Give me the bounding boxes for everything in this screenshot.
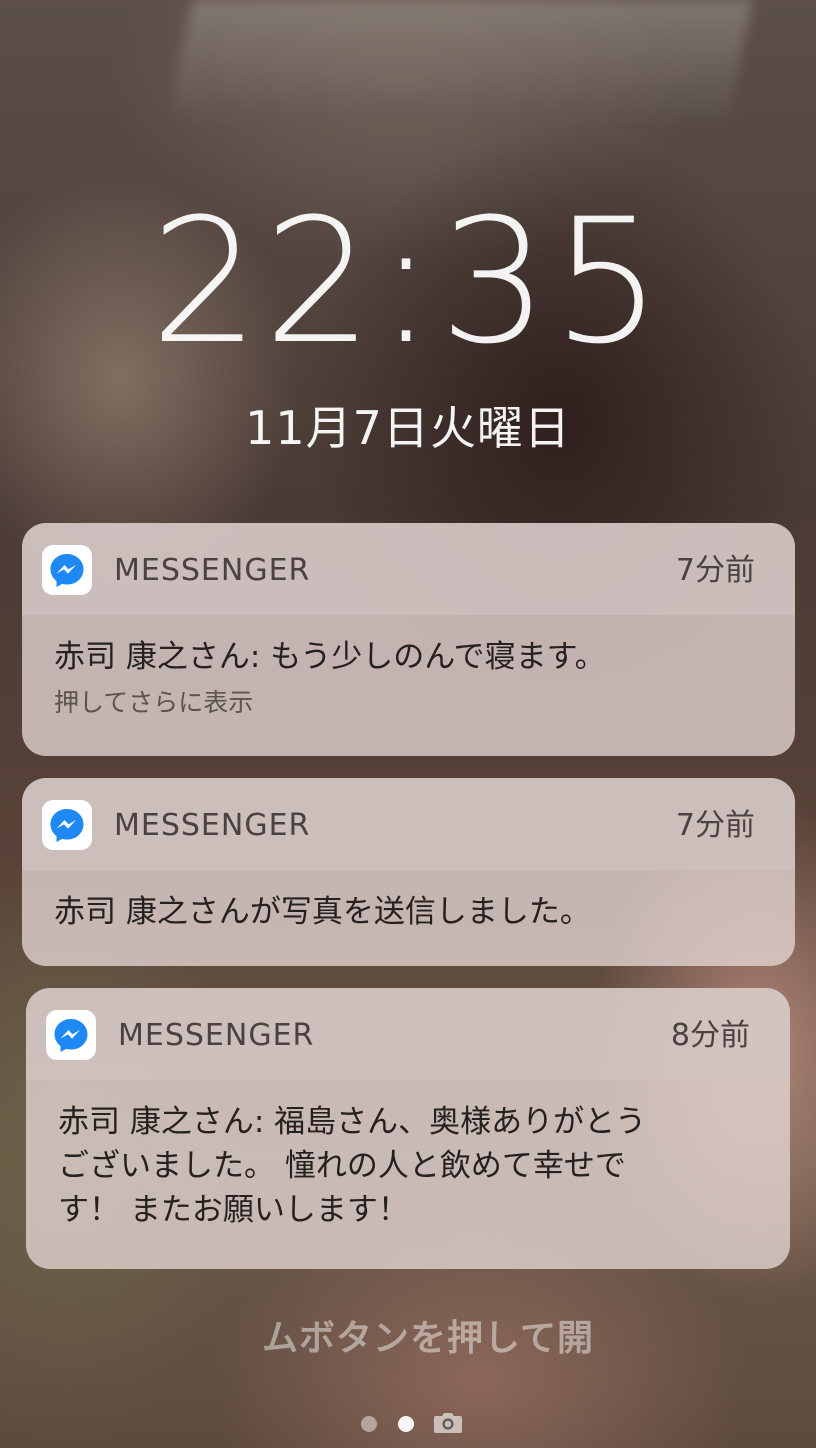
notification-body: 赤司 康之さん: 福島さん、奥様ありがとう ございました。 憧れの人と飲めて幸せ…	[26, 1080, 790, 1232]
messenger-icon	[46, 1010, 96, 1060]
notification-card[interactable]: MESSENGER 8分前 赤司 康之さん: 福島さん、奥様ありがとう ございま…	[26, 988, 790, 1269]
notification-message: 赤司 康之さん: もう少しのんで寝ます。	[54, 639, 606, 675]
notification-time: 7分前	[675, 553, 755, 588]
notification-card[interactable]: MESSENGER 7分前 赤司 康之さんが写真を送信しました。	[22, 778, 795, 966]
notification-header: MESSENGER 7分前	[22, 523, 795, 615]
lockscreen-date: 11月7日火曜日	[245, 401, 571, 455]
unlock-hint-text: ムボタンを押して開	[262, 1318, 594, 1359]
lockscreen-clock: 22:35	[150, 181, 666, 382]
notification-header: MESSENGER 8分前	[26, 988, 790, 1080]
page-dot[interactable]	[360, 1416, 377, 1432]
notification-app-name: MESSENGER	[114, 553, 311, 588]
notification-body: 赤司 康之さんが写真を送信しました。	[22, 870, 795, 934]
notification-more-hint: 押してさらに表示	[54, 688, 254, 717]
notification-app-name: MESSENGER	[114, 808, 311, 843]
notification-message: 赤司 康之さんが写真を送信しました。	[54, 894, 591, 930]
notification-header: MESSENGER 7分前	[22, 778, 795, 870]
notification-message-line: す！ またお願いします！	[58, 1192, 409, 1228]
notification-message-line: 赤司 康之さん: 福島さん、奥様ありがとう	[58, 1104, 647, 1140]
page-dot-current	[398, 1416, 414, 1432]
camera-icon[interactable]	[433, 1410, 463, 1438]
messenger-icon	[42, 545, 92, 595]
notification-card[interactable]: MESSENGER 7分前 赤司 康之さん: もう少しのんで寝ます。 押してさら…	[22, 523, 795, 756]
notification-time: 7分前	[675, 808, 755, 843]
messenger-icon	[42, 800, 92, 850]
wallpaper-roof-shape	[167, 0, 753, 120]
notification-message-line: ございました。 憧れの人と飲めて幸せで	[58, 1148, 626, 1184]
unlock-hint: ムボタンを押して開	[0, 1314, 816, 1364]
notification-body: 赤司 康之さん: もう少しのんで寝ます。 押してさらに表示	[22, 615, 795, 721]
page-indicator	[0, 1410, 816, 1436]
notification-app-name: MESSENGER	[118, 1018, 315, 1053]
notification-time: 8分前	[670, 1018, 750, 1053]
